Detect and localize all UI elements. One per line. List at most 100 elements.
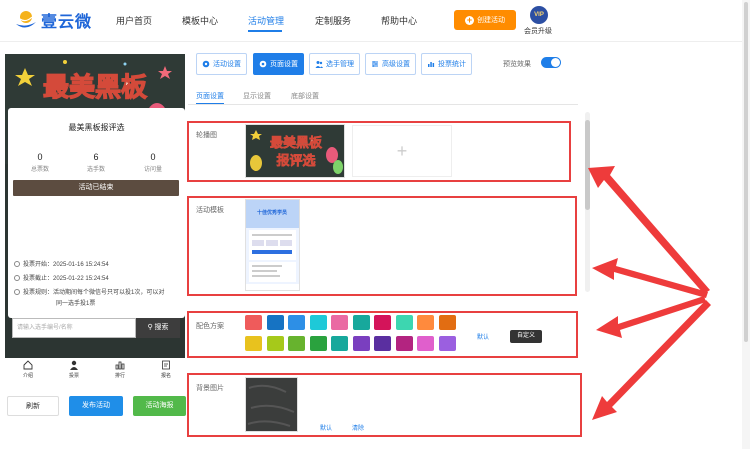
color-swatch[interactable] [288, 336, 305, 351]
user-icon [70, 360, 78, 370]
advanced-settings-label: 高级设置 [382, 61, 410, 68]
color-swatch[interactable] [438, 315, 456, 330]
search-input[interactable]: 请输入选手编号/名称 [12, 318, 136, 338]
tab-intro-label: 介绍 [22, 373, 33, 379]
background-image-label: 背景图片 [196, 385, 224, 392]
nav-home[interactable]: 用户首页 [116, 14, 152, 27]
stat-label: 选手数 [86, 167, 105, 173]
stat-value: 0 [150, 152, 156, 162]
preview-tab-bar: 介绍 投票 排行 报名 [5, 358, 185, 384]
subtab-page-settings[interactable]: 页面设置 [196, 91, 224, 101]
create-activity-label: 创建活动 [477, 17, 505, 24]
preview-effect-toggle[interactable] [541, 57, 561, 68]
color-swatch[interactable] [309, 315, 327, 330]
search-button[interactable]: ⚲ 搜索 [136, 318, 180, 338]
vote-rule-line-2: 同一选手投1票 [56, 301, 96, 307]
gear-icon [259, 60, 267, 68]
color-swatch[interactable] [374, 315, 391, 330]
color-swatch[interactable] [395, 315, 413, 330]
search-icon: ⚲ [147, 324, 153, 331]
tab-ranking[interactable]: 排行 [105, 360, 135, 379]
color-scheme-label: 配色方案 [196, 323, 224, 330]
color-swatch[interactable] [288, 315, 305, 330]
page-scrollbar-thumb[interactable] [744, 2, 748, 342]
subtab-footer-settings[interactable]: 底部设置 [291, 91, 319, 101]
nav-help-center[interactable]: 帮助中心 [381, 14, 417, 27]
vote-start-text: 投票开始：2025-01-16 15:24:54 [23, 262, 109, 268]
refresh-button[interactable]: 刷新 [7, 396, 59, 416]
color-swatch[interactable] [417, 336, 434, 351]
tab-ranking-label: 排行 [114, 373, 125, 379]
color-swatch[interactable] [352, 315, 370, 330]
template-thumbnail[interactable]: 十佳优秀学员 [245, 199, 300, 291]
tab-vote[interactable]: 投票 [59, 360, 89, 379]
create-activity-button[interactable]: + 创建活动 [454, 10, 516, 30]
signup-icon [162, 360, 170, 370]
logo-mark-icon [14, 8, 38, 32]
stat-value: 6 [93, 152, 99, 162]
activity-ended-status: 活动已结束 [13, 180, 179, 196]
vote-rule-line: 投票规则：活动期间每个微信号只可以投1次，可以对 [14, 288, 164, 298]
clock-icon [14, 261, 20, 267]
page-settings-button[interactable]: 页面设置 [253, 53, 304, 75]
color-swatch[interactable] [438, 336, 456, 351]
users-icon [315, 61, 323, 68]
color-swatch[interactable] [331, 315, 348, 330]
color-swatch[interactable] [245, 336, 262, 351]
vip-upgrade-link[interactable]: 会员升级 [524, 26, 552, 36]
background-default-link[interactable]: 默认 [320, 423, 332, 432]
color-swatch[interactable] [266, 336, 284, 351]
nav-active-indicator [248, 30, 282, 32]
color-default-link[interactable]: 默认 [477, 332, 489, 341]
chalkboard-thumbnail-image: 最美黑板 报评选 [246, 125, 344, 177]
vip-badge-icon[interactable]: VIP [530, 6, 548, 24]
tab-signup[interactable]: 报名 [151, 360, 181, 379]
color-swatch[interactable] [395, 336, 413, 351]
color-swatch[interactable] [352, 336, 370, 351]
carousel-thumbnail[interactable]: 最美黑板 报评选 [245, 124, 345, 178]
subtab-divider [188, 104, 578, 105]
thumb-title-line1: 最美黑板 [270, 135, 323, 150]
color-swatch[interactable] [331, 336, 348, 351]
advanced-settings-button[interactable]: 高级设置 [365, 53, 416, 75]
color-swatch[interactable] [245, 315, 262, 330]
color-swatch[interactable] [417, 315, 434, 330]
add-carousel-image-button[interactable]: + [352, 125, 452, 177]
page-settings-label: 页面设置 [270, 61, 298, 68]
preview-effect-label: 预览效果 [503, 61, 531, 68]
tab-signup-label: 报名 [160, 373, 171, 379]
bar-chart-icon [428, 62, 435, 67]
vote-end-text: 投票截止：2025-01-22 15:24:54 [23, 276, 109, 282]
brand-logo[interactable]: 壹云微 [14, 8, 92, 32]
nav-templates[interactable]: 模板中心 [182, 14, 218, 27]
tab-intro[interactable]: 介绍 [13, 360, 43, 379]
stat-total-votes: 0 总票数 [11, 152, 69, 173]
template-thumb-title: 十佳优秀学员 [257, 209, 287, 216]
background-clear-link[interactable]: 清除 [352, 423, 364, 432]
sliders-icon [372, 61, 378, 67]
stat-value: 0 [37, 152, 43, 162]
vote-stats-label: 投票统计 [438, 61, 466, 68]
activity-settings-button[interactable]: 活动设置 [196, 53, 247, 75]
contestant-management-button[interactable]: 选手管理 [309, 53, 360, 75]
clock-icon [14, 289, 20, 295]
publish-activity-button[interactable]: 发布活动 [69, 396, 123, 416]
color-custom-button[interactable]: 自定义 [510, 330, 542, 343]
activity-poster-button[interactable]: 活动海报 [133, 396, 186, 416]
subtab-display-settings[interactable]: 显示设置 [243, 91, 271, 101]
color-swatch[interactable] [309, 336, 327, 351]
nav-custom-service[interactable]: 定制服务 [315, 14, 351, 27]
subtab-active-indicator [196, 103, 224, 104]
template-preview-image: 十佳优秀学员 [246, 200, 299, 290]
stat-contestants: 6 选手数 [67, 152, 125, 173]
chalkboard-texture-image [246, 378, 297, 431]
settings-circle-icon [202, 60, 210, 68]
background-image-thumbnail[interactable] [245, 377, 298, 432]
clock-icon [14, 275, 20, 281]
color-swatch[interactable] [266, 315, 284, 330]
activity-title: 最美黑板报评选 [68, 123, 125, 132]
vote-stats-button[interactable]: 投票统计 [421, 53, 472, 75]
nav-activity-management[interactable]: 活动管理 [248, 14, 284, 27]
activity-settings-label: 活动设置 [213, 61, 241, 68]
color-swatch[interactable] [374, 336, 391, 351]
